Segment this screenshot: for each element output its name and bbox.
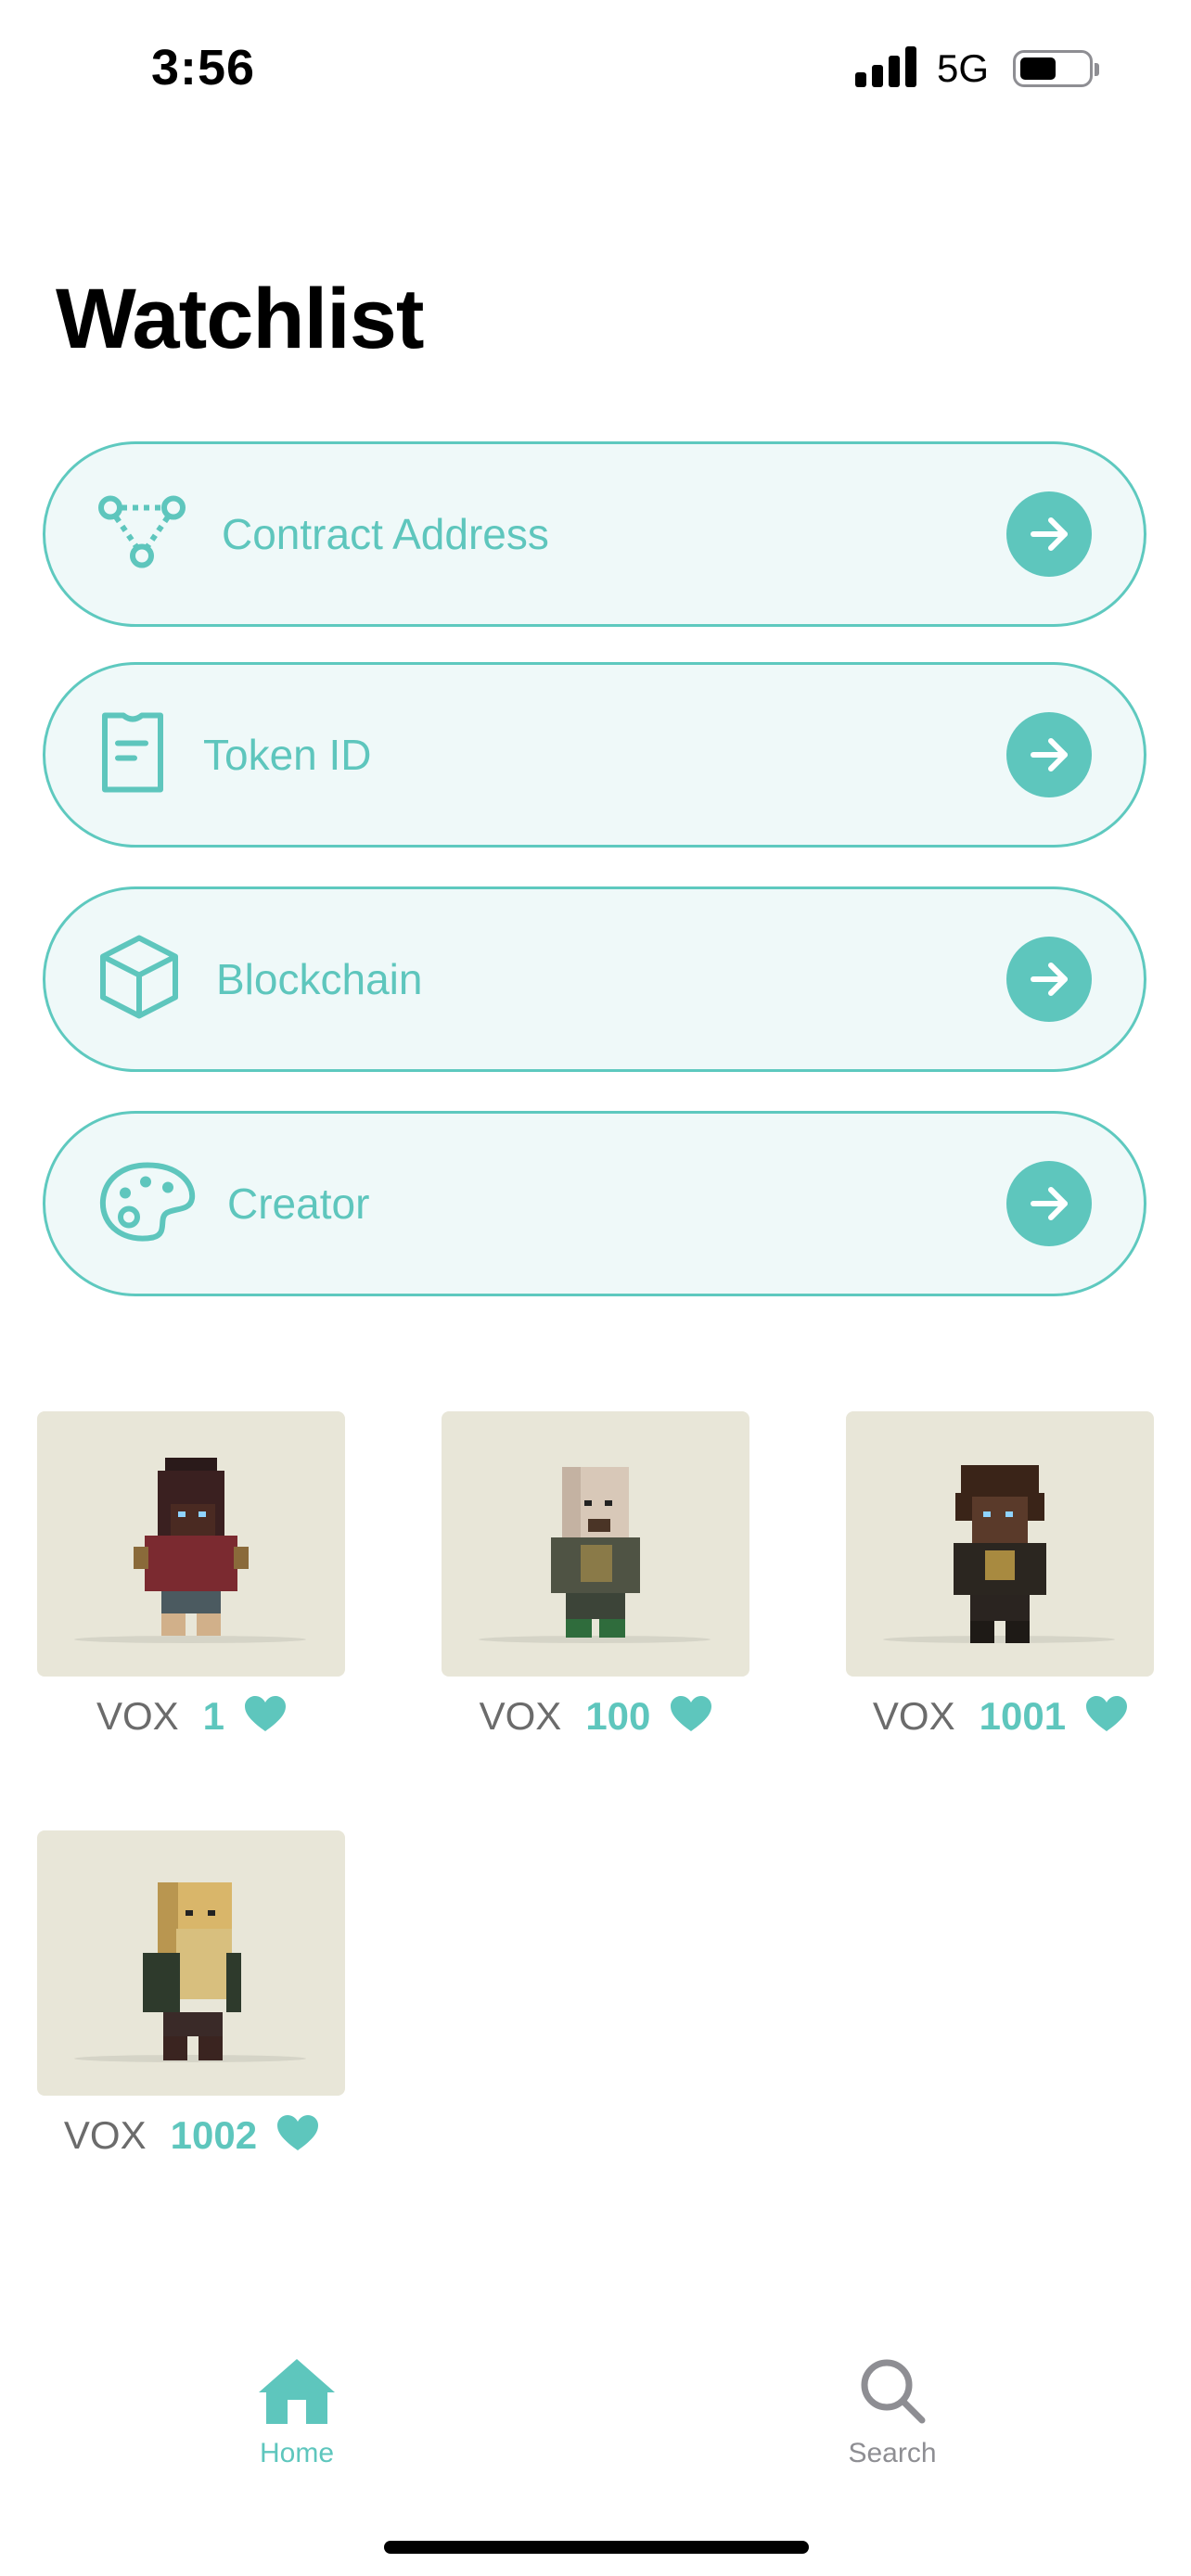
tab-label: Search — [848, 2438, 937, 2468]
nodes-icon — [97, 495, 186, 574]
collection-label: VOX — [63, 2113, 147, 2157]
home-indicator — [384, 2541, 809, 2554]
arrow-right-icon[interactable] — [1006, 491, 1092, 577]
status-bar: 3:56 5G — [0, 0, 1191, 139]
filter-token-id[interactable]: Token ID — [43, 662, 1146, 848]
collection-label: VOX — [96, 1694, 179, 1738]
nft-thumbnail[interactable] — [442, 1411, 749, 1677]
filter-label: Blockchain — [216, 955, 423, 1003]
heart-icon[interactable] — [1086, 1695, 1128, 1738]
nft-card[interactable]: VOX 100 — [442, 1411, 749, 1740]
tab-search[interactable]: Search — [800, 2355, 985, 2469]
filter-label: Contract Address — [222, 510, 549, 558]
signal-icon — [855, 46, 916, 87]
token-number: 1002 — [170, 2113, 258, 2157]
collection-label: VOX — [872, 1694, 955, 1738]
status-time: 3:56 — [151, 40, 256, 96]
filter-blockchain[interactable]: Blockchain — [43, 886, 1146, 1072]
arrow-right-icon[interactable] — [1006, 712, 1092, 797]
nft-thumbnail[interactable] — [37, 1411, 345, 1677]
search-icon — [857, 2359, 928, 2429]
token-number: 1001 — [979, 1694, 1067, 1738]
heart-icon[interactable] — [277, 2114, 319, 2157]
filter-contract-address[interactable]: Contract Address — [43, 441, 1146, 627]
tab-home[interactable]: Home — [204, 2355, 390, 2469]
token-number: 100 — [585, 1694, 651, 1738]
clipboard-icon — [97, 708, 168, 802]
filter-label: Token ID — [203, 731, 372, 779]
nft-card[interactable]: VOX 1 — [37, 1411, 345, 1740]
heart-icon[interactable] — [245, 1695, 287, 1738]
filter-creator[interactable]: Creator — [43, 1111, 1146, 1296]
filter-label: Creator — [227, 1180, 370, 1228]
home-icon — [257, 2359, 337, 2429]
cube-icon — [97, 933, 181, 1027]
page-title: Watchlist — [56, 272, 425, 366]
collection-label: VOX — [479, 1694, 562, 1738]
arrow-right-icon[interactable] — [1006, 1161, 1092, 1246]
heart-icon[interactable] — [671, 1695, 712, 1738]
palette-icon — [97, 1160, 198, 1248]
nft-card[interactable]: VOX 1002 — [37, 1830, 345, 2159]
nft-thumbnail[interactable] — [846, 1411, 1154, 1677]
token-number: 1 — [202, 1694, 225, 1738]
tab-label: Home — [259, 2438, 335, 2468]
nft-card[interactable]: VOX 1001 — [846, 1411, 1154, 1740]
nft-thumbnail[interactable] — [37, 1830, 345, 2096]
arrow-right-icon[interactable] — [1006, 937, 1092, 1022]
battery-icon — [1013, 50, 1099, 87]
network-label: 5G — [937, 46, 990, 90]
